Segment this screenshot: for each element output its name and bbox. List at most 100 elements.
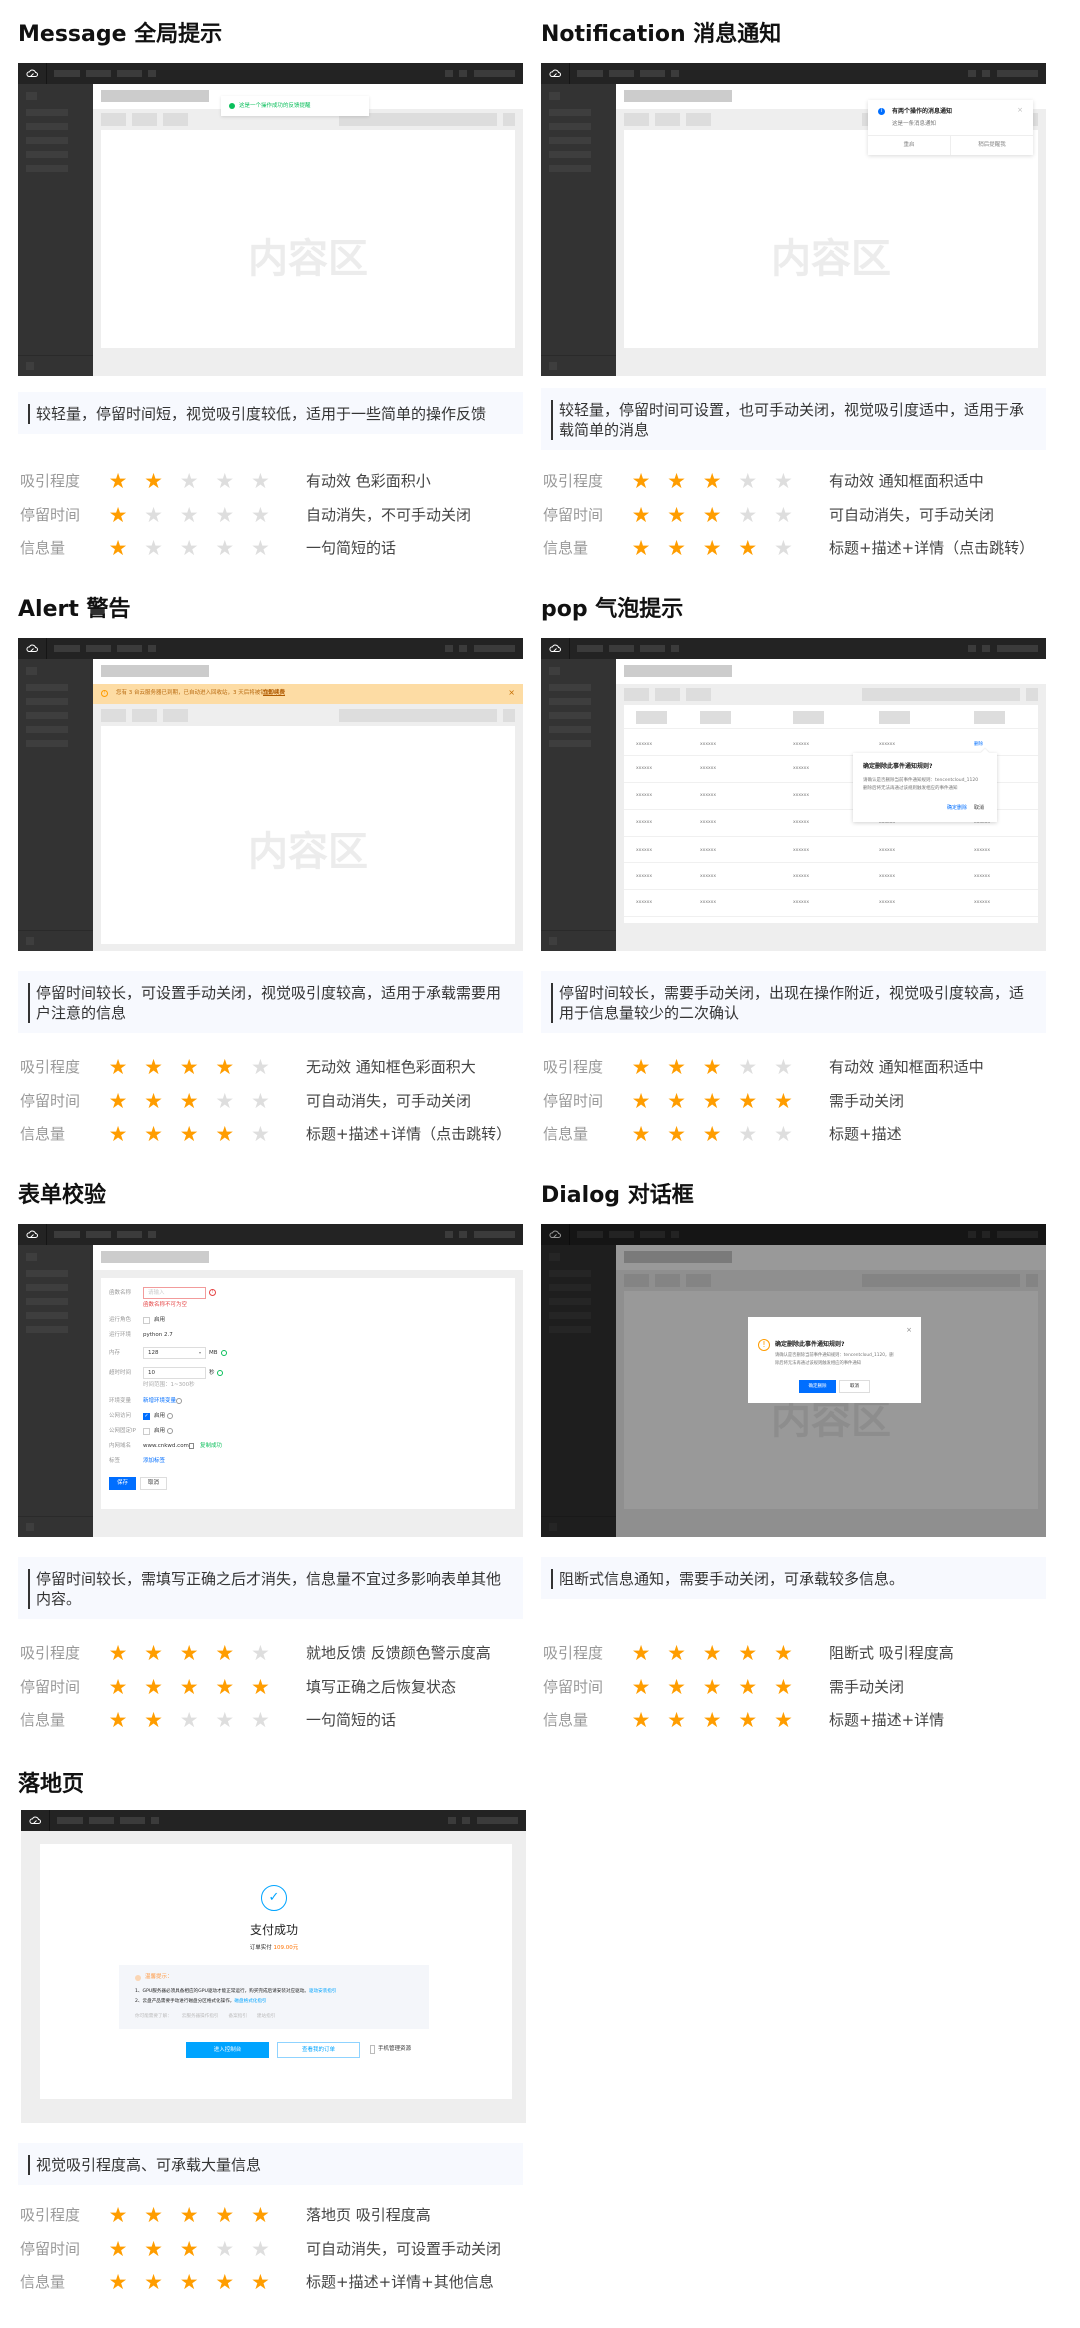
star-filled-icon: ★ xyxy=(108,1708,128,1732)
toolbar-placeholder xyxy=(163,113,188,126)
sidebar-item-placeholder xyxy=(549,726,591,733)
restart-button[interactable]: 重启 xyxy=(868,142,950,149)
add-env-link[interactable]: 新增环境变量 xyxy=(143,1398,176,1405)
add-tag-link[interactable]: 添加标签 xyxy=(143,1458,165,1465)
notification-card: i 有两个操作的消息通知 这是一条消息通知 × 重启 稍后提醒我 xyxy=(868,100,1033,155)
tip-text: 2、云盘产品需要手动进行磁盘分区格式化操作， xyxy=(135,1999,235,2004)
star-empty-icon: ★ xyxy=(215,469,235,493)
sidebar-item-placeholder xyxy=(549,712,591,719)
mobile-manage-link[interactable]: 手机管理资源 xyxy=(378,2046,411,2053)
star-filled-icon: ★ xyxy=(631,502,651,527)
fixed-ip-checkbox[interactable] xyxy=(143,1428,150,1435)
close-icon[interactable]: × xyxy=(508,688,515,698)
function-name-input[interactable]: 请输入 xyxy=(143,1287,206,1299)
star-filled-icon: ★ xyxy=(144,2270,163,2294)
toolbar-placeholder xyxy=(503,709,515,722)
more-link[interactable]: 建站指引 xyxy=(257,2013,275,2020)
description-notification: 较轻量，停留时间可设置，也可手动关闭，视觉吸引度适中，适用于承载简单的消息 xyxy=(541,388,1046,450)
close-icon[interactable]: × xyxy=(906,1326,912,1334)
rating-note: 可自动消失，可设置手动关闭 xyxy=(306,2239,502,2258)
nav-right-placeholder xyxy=(982,70,990,77)
disk-guide-link[interactable]: 磁盘格式化指引 xyxy=(234,1999,266,2004)
form-label: 标签 xyxy=(109,1458,121,1464)
rating-label: 吸引程度 xyxy=(543,472,604,490)
alert-bar: ! 您有 3 台云服务器已到期，已自动进入回收站，3 天后将被销毁。 立即续费 … xyxy=(93,684,523,704)
description-pop: 停留时间较长，需要手动关闭，出现在操作附近，视觉吸引度较高，适用于信息量较少的二… xyxy=(541,971,1046,1033)
table-cell: xxxxxx xyxy=(636,848,652,853)
star-filled-icon: ★ xyxy=(702,1055,722,1079)
memory-select[interactable]: 128 ▾ xyxy=(143,1347,206,1359)
rating-label: 吸引程度 xyxy=(543,1644,604,1662)
renew-link[interactable]: 立即续费 xyxy=(263,690,285,697)
star-filled-icon: ★ xyxy=(667,1055,686,1079)
form-panel: 函数名称 运行角色 运行环境 内存 超时时间 环境变量 公网访问 公网固定IP … xyxy=(101,1278,515,1509)
role-checkbox[interactable] xyxy=(143,1317,150,1324)
rating-note: 无动效 通知框色彩面积大 xyxy=(306,1058,476,1076)
tips-box: 温馨提示： 1、GPU服务器必须具备相应的GPU驱动才能正常运行，购买完成后请安… xyxy=(119,1965,429,2029)
star-filled-icon: ★ xyxy=(144,1641,163,1665)
nav-right-placeholder xyxy=(445,1231,453,1238)
table-row-divider xyxy=(624,889,1038,890)
sidebar-item-placeholder xyxy=(549,740,591,747)
timeout-input[interactable]: 10 xyxy=(143,1367,206,1379)
star-filled-icon: ★ xyxy=(773,1674,793,1699)
cancel-button[interactable]: 取消 xyxy=(839,1380,870,1393)
description-text: 较轻量，停留时间短，视觉吸引度较低，适用于一些简单的操作反馈 xyxy=(28,404,513,424)
public-access-checkbox[interactable]: ✓ xyxy=(143,1413,150,1420)
star-filled-icon: ★ xyxy=(738,1674,758,1699)
star-filled-icon: ★ xyxy=(631,1674,651,1699)
nav-item-placeholder xyxy=(54,70,80,77)
save-button[interactable]: 保存 xyxy=(109,1477,136,1490)
star-filled-icon: ★ xyxy=(631,536,651,560)
rating-note: 落地页 吸引程度高 xyxy=(306,2206,431,2224)
view-orders-button[interactable]: 查看我的订单 xyxy=(277,2042,360,2058)
star-filled-icon: ★ xyxy=(250,2270,270,2294)
rating-label: 停留时间 xyxy=(543,1091,604,1110)
close-icon[interactable]: × xyxy=(1017,106,1023,114)
description-text: 视觉吸引程度高、可承载大量信息 xyxy=(28,2155,513,2175)
sidebar-item-placeholder xyxy=(26,123,68,130)
content-placeholder: 内容区 xyxy=(248,236,368,282)
nav-right-placeholder xyxy=(474,1231,515,1238)
rating-row: 信息量 ★ ★ ★ ★ ★ 标题+描述+详情+其他信息 xyxy=(18,2266,523,2300)
star-filled-icon: ★ xyxy=(179,1641,199,1665)
cloud-logo-icon xyxy=(29,1816,41,1824)
star-empty-icon: ★ xyxy=(215,502,235,527)
rating-row: 信息量 ★ ★ ★ ★ ★ 标题+描述 xyxy=(541,1118,1046,1152)
table-cell: xxxxxx xyxy=(636,874,652,879)
table-cell: xxxxxx xyxy=(974,848,990,853)
dialog-line-2: 除后将无法再通过该规则触发相应的事件通知 xyxy=(775,1361,861,1366)
nav-divider xyxy=(46,1224,47,1245)
nav-item-placeholder xyxy=(671,645,679,652)
toolbar-placeholder xyxy=(655,113,680,126)
toolbar-placeholder xyxy=(101,113,126,126)
more-link[interactable]: 云服务器操作指引 xyxy=(182,2013,219,2020)
rating-row: 停留时间 ★ ★ ★ ★ ★ 填写正确之后恢复状态 xyxy=(18,1671,523,1705)
star-empty-icon: ★ xyxy=(250,1708,270,1732)
star-filled-icon: ★ xyxy=(667,1674,686,1699)
star-filled-icon: ★ xyxy=(773,1708,793,1732)
star-filled-icon: ★ xyxy=(702,1641,722,1665)
form-label: 环境变量 xyxy=(109,1398,132,1404)
page-title-placeholder xyxy=(101,90,209,102)
rating-note: 自动消失，不可手动关闭 xyxy=(306,505,472,524)
copied-text: 复制成功 xyxy=(200,1443,223,1449)
nav-right-placeholder xyxy=(474,70,515,77)
confirm-delete-button[interactable]: 确定删除 xyxy=(947,805,967,812)
star-filled-icon: ★ xyxy=(144,2236,163,2261)
sidebar-item-placeholder xyxy=(549,698,591,705)
copy-icon[interactable] xyxy=(189,1443,194,1449)
star-filled-icon: ★ xyxy=(702,1088,722,1113)
star-filled-icon: ★ xyxy=(667,1708,686,1732)
order-amount-line: 订单实付 109.00元 xyxy=(40,1945,508,1952)
enter-console-button[interactable]: 进入控制台 xyxy=(186,2042,269,2058)
cancel-button[interactable]: 取消 xyxy=(140,1477,167,1490)
driver-guide-link[interactable]: 驱动安装指引 xyxy=(309,1989,337,1994)
remind-later-button[interactable]: 稍后提醒我 xyxy=(951,142,1033,149)
nav-item-placeholder xyxy=(609,70,634,77)
delete-link[interactable]: 删除 xyxy=(974,741,983,748)
more-link[interactable]: 备案指引 xyxy=(229,2013,247,2020)
confirm-delete-button[interactable]: 确定删除 xyxy=(799,1380,836,1393)
description-text: 阻断式信息通知，需要手动关闭，可承载较多信息。 xyxy=(551,1569,1036,1589)
cancel-button[interactable]: 取消 xyxy=(974,805,984,812)
